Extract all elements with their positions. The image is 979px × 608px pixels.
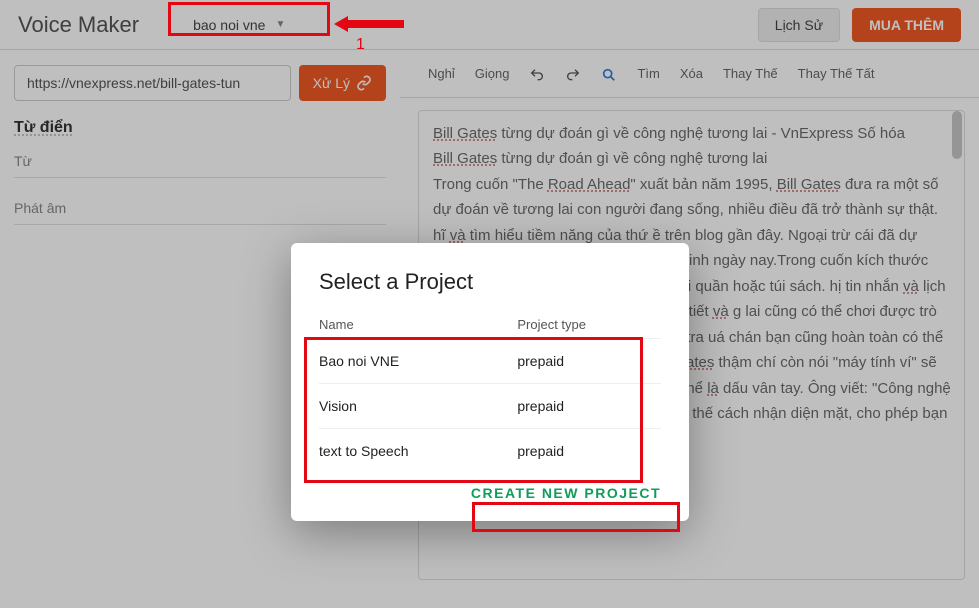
tb-find[interactable]: Tìm bbox=[635, 62, 661, 87]
annotation-box-2 bbox=[304, 337, 643, 483]
annotation-box-3 bbox=[472, 502, 680, 532]
col-header-type: Project type bbox=[517, 317, 661, 332]
tb-delete[interactable]: Xóa bbox=[678, 62, 705, 87]
annotation-arrow-icon bbox=[334, 14, 404, 34]
table-header: Name Project type bbox=[319, 317, 661, 338]
article-line-1: Bill Gates từng dự đoán gì về công nghệ … bbox=[433, 121, 952, 147]
tb-voice[interactable]: Giọng bbox=[473, 62, 512, 87]
annotation-number-1: 1 bbox=[356, 36, 365, 54]
dialog-title: Select a Project bbox=[319, 269, 661, 295]
history-button[interactable]: Lịch Sử bbox=[758, 8, 840, 42]
link-icon bbox=[356, 75, 372, 91]
buy-more-button[interactable]: MUA THÊM bbox=[852, 8, 961, 42]
header: Voice Maker bao noi vne ▼ Lịch Sử MUA TH… bbox=[0, 0, 979, 50]
undo-icon[interactable] bbox=[527, 62, 547, 87]
article-line-2: Bill Gates từng dự đoán gì về công nghệ … bbox=[433, 146, 952, 172]
redo-icon[interactable] bbox=[563, 62, 583, 87]
dictionary-heading: Từ điển bbox=[14, 119, 386, 139]
pronunciation-field[interactable]: Phát âm bbox=[14, 190, 386, 225]
article-line-3: Trong cuốn "The Road Ahead" xuất bản năm… bbox=[433, 172, 952, 223]
col-header-name: Name bbox=[319, 317, 517, 332]
url-row: Xử Lý bbox=[14, 65, 386, 101]
tb-rest[interactable]: Nghỉ bbox=[426, 62, 457, 87]
editor-toolbar: Nghỉ Giọng Tìm Xóa Thay Thế Thay Thế Tất bbox=[400, 62, 979, 98]
create-new-project-link[interactable]: CREATE NEW PROJECT bbox=[471, 485, 661, 501]
process-button-label: Xử Lý bbox=[313, 75, 350, 91]
tb-replace-all[interactable]: Thay Thế Tất bbox=[796, 62, 877, 87]
url-input[interactable] bbox=[14, 65, 291, 101]
scrollbar-thumb[interactable] bbox=[952, 111, 962, 159]
header-actions: Lịch Sử MUA THÊM bbox=[758, 8, 961, 42]
from-field[interactable]: Từ bbox=[14, 143, 386, 178]
annotation-box-1 bbox=[168, 2, 330, 36]
search-icon[interactable] bbox=[599, 62, 619, 87]
app-title: Voice Maker bbox=[18, 12, 139, 38]
tb-replace[interactable]: Thay Thế bbox=[721, 62, 780, 87]
process-button[interactable]: Xử Lý bbox=[299, 65, 386, 101]
